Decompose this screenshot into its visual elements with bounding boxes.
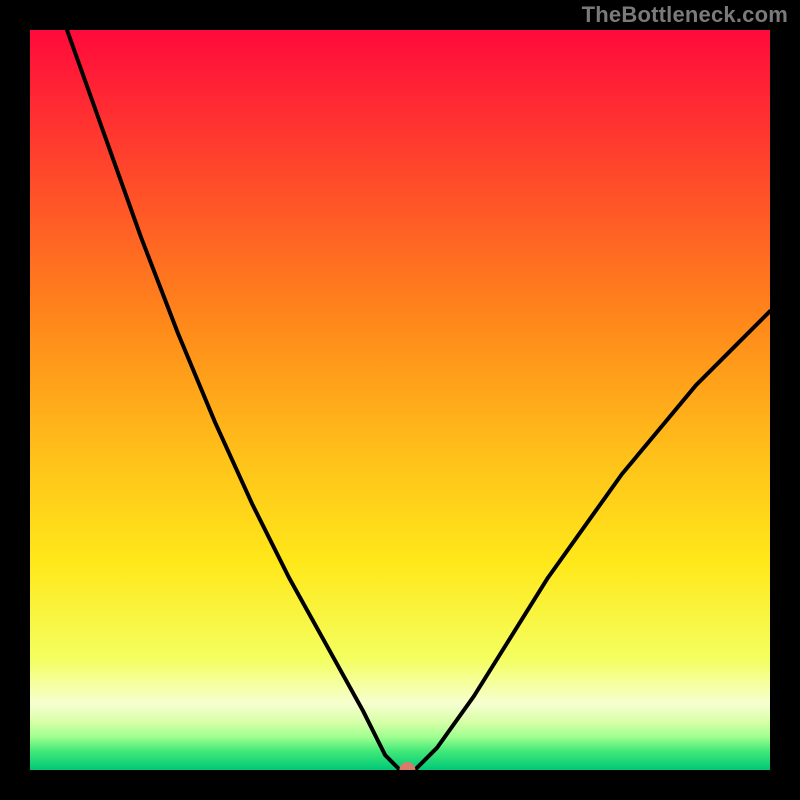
plot-area: [30, 30, 770, 770]
chart-svg: [30, 30, 770, 770]
gradient-rect: [30, 30, 770, 770]
chart-frame: TheBottleneck.com: [0, 0, 800, 800]
watermark-text: TheBottleneck.com: [582, 2, 788, 28]
